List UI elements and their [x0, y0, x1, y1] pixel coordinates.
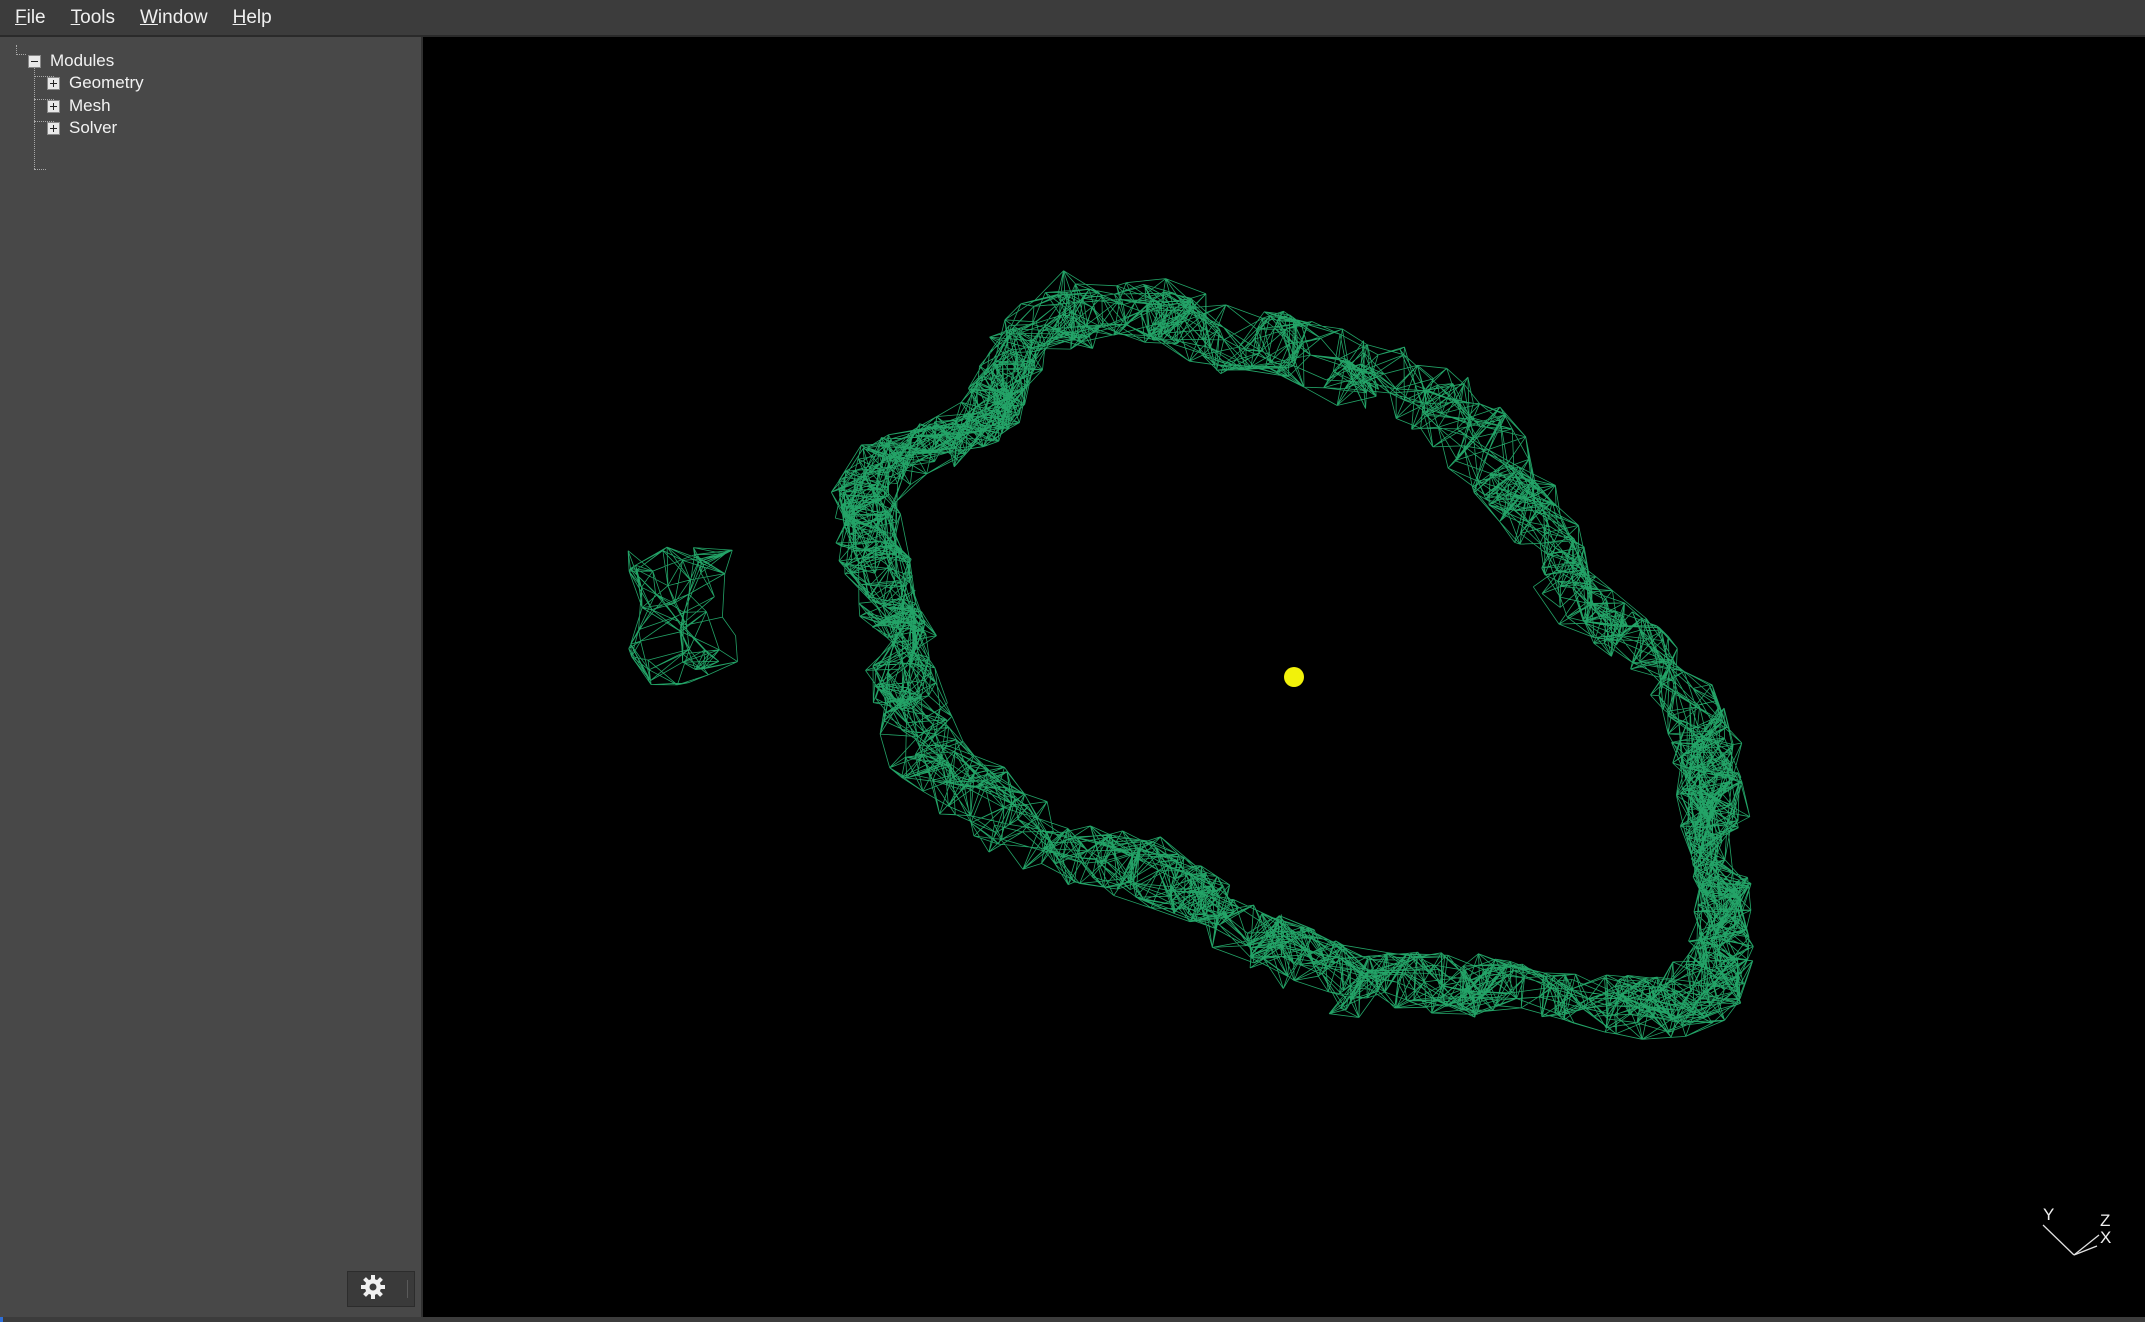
menu-window[interactable]: Window [133, 0, 220, 36]
dropdown-divider [407, 1280, 408, 1298]
tree-item-mesh[interactable]: Mesh [47, 95, 111, 117]
menu-tools[interactable]: Tools [64, 0, 127, 36]
center-marker [1284, 667, 1304, 687]
expand-icon[interactable] [47, 76, 60, 90]
menu-tools-label: ools [80, 7, 115, 28]
app-window: File Tools Window Help Modules Geometry [0, 0, 2145, 1322]
expand-icon[interactable] [47, 121, 60, 135]
tree-item-label: Mesh [69, 96, 111, 115]
tree-item-solver[interactable]: Solver [47, 117, 117, 139]
wireframe-mesh [627, 270, 1754, 1040]
menu-file[interactable]: File [8, 0, 58, 36]
axis-y-label: Y [2043, 1205, 2054, 1224]
menu-help-mnemonic: H [232, 7, 247, 28]
menu-file-label: ile [26, 7, 46, 28]
axis-y-line [2042, 1224, 2075, 1256]
tree-item-label: Geometry [69, 73, 144, 92]
axis-z-line [2073, 1234, 2100, 1256]
mesh-edges [627, 270, 1754, 1040]
tree-item-geometry[interactable]: Geometry [47, 72, 144, 94]
viewport-canvas[interactable]: Y Z X [423, 37, 2145, 1317]
tree-connector [34, 61, 35, 169]
settings-button[interactable] [347, 1271, 415, 1307]
tree-item-modules[interactable]: Modules [28, 50, 114, 72]
menu-help-label: elp [246, 7, 272, 28]
tree-item-label: Modules [50, 51, 115, 70]
expand-icon[interactable] [47, 99, 60, 113]
menu-file-mnemonic: F [15, 7, 27, 28]
gear-icon [360, 1274, 386, 1305]
tree-connector [34, 169, 46, 170]
tree-item-label: Solver [69, 118, 118, 137]
tree-connector [16, 54, 26, 55]
module-tree-panel: Modules Geometry Mesh Solver [0, 37, 423, 1317]
3d-viewport[interactable]: Y Z X [423, 37, 2145, 1317]
orientation-axes: Y Z X [2042, 1205, 2111, 1256]
axis-x-line [2073, 1245, 2098, 1256]
menu-help[interactable]: Help [226, 0, 284, 36]
menu-tools-mnemonic: T [70, 7, 81, 28]
menu-window-mnemonic: W [139, 7, 158, 28]
menu-bar: File Tools Window Help [0, 0, 2145, 37]
module-tree: Modules Geometry Mesh Solver [14, 43, 414, 183]
menu-window-label: indow [157, 7, 208, 28]
axis-x-label: X [2100, 1228, 2111, 1247]
collapse-icon[interactable] [28, 54, 41, 68]
status-accent [0, 1317, 3, 1322]
status-strip [0, 1317, 2145, 1322]
